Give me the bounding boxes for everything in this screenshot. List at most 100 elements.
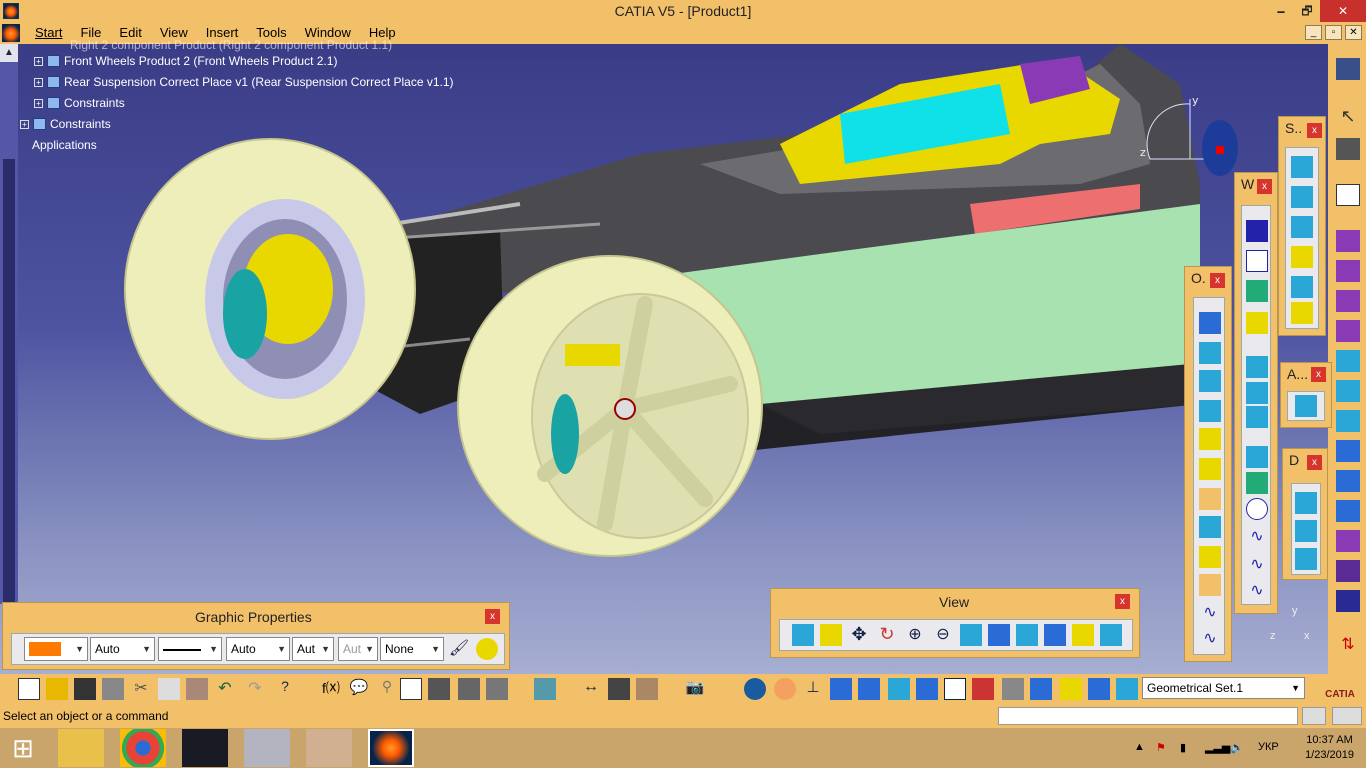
hide-show-icon[interactable] bbox=[1072, 624, 1094, 646]
tree-node-applications[interactable]: Applications bbox=[32, 138, 97, 152]
close-button[interactable]: ✕ bbox=[1320, 0, 1366, 22]
invert-orientation-icon[interactable]: ∿ bbox=[1199, 628, 1221, 650]
3d-viewport[interactable]: y z bbox=[0, 44, 1328, 674]
pocket-icon[interactable] bbox=[1336, 260, 1360, 282]
minimize-button[interactable]: 🗕 bbox=[1268, 0, 1294, 22]
scaling-icon[interactable] bbox=[1199, 574, 1221, 596]
geometrical-set-icon[interactable] bbox=[1116, 678, 1138, 700]
toolbar-w-close-button[interactable]: x bbox=[1257, 179, 1272, 194]
open-folder-icon[interactable] bbox=[46, 678, 68, 700]
doc-minimize-button[interactable]: _ bbox=[1305, 25, 1322, 40]
planar-icon[interactable] bbox=[944, 678, 966, 700]
expand-plus-icon[interactable]: + bbox=[34, 77, 43, 87]
hand-select-icon[interactable] bbox=[774, 678, 796, 700]
show-hidden-icons[interactable]: ▲ bbox=[1134, 741, 1145, 753]
shaft-icon[interactable] bbox=[1336, 290, 1360, 312]
stiffener-icon[interactable] bbox=[1336, 440, 1360, 462]
doc-close-button[interactable]: ✕ bbox=[1345, 25, 1362, 40]
chrome-icon[interactable] bbox=[120, 729, 166, 767]
snipping-tool-icon[interactable] bbox=[244, 729, 290, 767]
line-thickness-select[interactable]: Aut ▼ bbox=[292, 637, 334, 661]
tray-volume-icon[interactable]: 🔈 bbox=[1230, 741, 1244, 754]
extrude-surface-icon[interactable] bbox=[1291, 156, 1313, 178]
geometrical-set-select[interactable]: Geometrical Set.1 ▼ bbox=[1142, 677, 1305, 699]
layer-select[interactable]: None ▼ bbox=[380, 637, 444, 661]
grid-icon[interactable] bbox=[858, 678, 880, 700]
formula-icon[interactable]: f⒳ bbox=[320, 678, 342, 700]
tree-node-rear-suspension[interactable]: + Rear Suspension Correct Place v1 (Rear… bbox=[34, 75, 454, 89]
rotate-view-icon[interactable]: ↻ bbox=[876, 624, 898, 646]
normal-view-icon[interactable] bbox=[960, 624, 982, 646]
circle-curve-icon[interactable] bbox=[1246, 498, 1268, 520]
properties-wand-icon[interactable] bbox=[476, 638, 498, 660]
revolve-surface-icon[interactable] bbox=[1291, 186, 1313, 208]
pan-icon[interactable]: ✥ bbox=[848, 624, 870, 646]
cut-icon[interactable]: ✂ bbox=[130, 678, 152, 700]
expand-plus-icon[interactable]: + bbox=[20, 119, 29, 129]
projection-icon[interactable] bbox=[1246, 356, 1268, 378]
sketch-icon[interactable] bbox=[1336, 184, 1360, 206]
line-type-select[interactable]: ▼ bbox=[158, 637, 222, 661]
transparency-select[interactable]: Auto ▼ bbox=[90, 637, 155, 661]
shading-icon[interactable] bbox=[1044, 624, 1066, 646]
list-icon[interactable] bbox=[1088, 678, 1110, 700]
command-input[interactable] bbox=[998, 707, 1298, 725]
snap-to-point-icon[interactable] bbox=[916, 678, 938, 700]
hole-icon[interactable] bbox=[1336, 350, 1360, 372]
tray-language[interactable]: УКР bbox=[1258, 741, 1279, 753]
parallel-curve-icon[interactable] bbox=[1246, 406, 1268, 428]
redo-icon[interactable]: ↷ bbox=[244, 678, 266, 700]
remove-loft-icon[interactable] bbox=[1336, 500, 1360, 522]
table-icon[interactable] bbox=[400, 678, 422, 700]
tree-node-constraints[interactable]: + Constraints bbox=[20, 117, 111, 131]
symmetry-icon[interactable] bbox=[1199, 546, 1221, 568]
extract-icon[interactable] bbox=[1199, 428, 1221, 450]
capture-camera-icon[interactable]: 📷 bbox=[684, 678, 706, 700]
circle-icon[interactable] bbox=[1246, 446, 1268, 468]
print-icon[interactable] bbox=[102, 678, 124, 700]
corner-icon[interactable] bbox=[1246, 472, 1268, 494]
measure-icon[interactable]: ⇅ bbox=[1336, 634, 1360, 656]
zoom-in-icon[interactable]: ⊕ bbox=[904, 624, 926, 646]
zoom-out-icon[interactable]: ⊖ bbox=[932, 624, 954, 646]
painter-icon[interactable]: 🖌 bbox=[448, 638, 470, 660]
document-icon[interactable] bbox=[2, 24, 20, 42]
undo-icon[interactable]: ↶ bbox=[214, 678, 236, 700]
work-on-support-icon[interactable] bbox=[888, 678, 910, 700]
wrap-surface-icon[interactable] bbox=[1295, 548, 1317, 570]
fillet-icon[interactable] bbox=[1336, 530, 1360, 552]
constraint-icon[interactable] bbox=[972, 678, 994, 700]
point-repetition-icon[interactable] bbox=[1246, 280, 1268, 302]
rotate-icon[interactable] bbox=[1199, 516, 1221, 538]
loft-icon[interactable] bbox=[1336, 470, 1360, 492]
tree-node-partial[interactable]: Right 2 component Product (Right 2 compo… bbox=[70, 38, 392, 52]
toolbar-d-close-button[interactable]: x bbox=[1307, 455, 1322, 470]
surface-tools-icon[interactable] bbox=[1002, 678, 1024, 700]
tree-scrollbar[interactable]: ▲ bbox=[0, 44, 18, 644]
knowledge-icon[interactable] bbox=[458, 678, 480, 700]
expand-plus-icon[interactable]: + bbox=[34, 56, 43, 66]
catia-taskbar-icon[interactable] bbox=[368, 729, 414, 767]
line-weight-select[interactable]: Auto ▼ bbox=[226, 637, 290, 661]
axis-system-icon[interactable]: ⊥ bbox=[802, 678, 824, 700]
helix-icon[interactable]: ∿ bbox=[1246, 554, 1268, 576]
swap-visible-space-icon[interactable] bbox=[1100, 624, 1122, 646]
slot-icon[interactable] bbox=[1336, 410, 1360, 432]
windows-start-icon[interactable]: ⊞ bbox=[0, 729, 46, 767]
new-document-icon[interactable] bbox=[18, 678, 40, 700]
taskbar-clock[interactable]: 10:37 AM 1/23/2019 bbox=[1305, 733, 1354, 763]
command-button-1[interactable] bbox=[1302, 707, 1326, 725]
draft-icon[interactable] bbox=[1336, 590, 1360, 612]
scroll-track[interactable] bbox=[3, 159, 15, 644]
toolbar-view-close-button[interactable]: x bbox=[1115, 594, 1130, 609]
tree-node-front-wheels[interactable]: + Front Wheels Product 2 (Front Wheels P… bbox=[34, 54, 337, 68]
pad-icon[interactable] bbox=[1336, 230, 1360, 252]
measure-inertia-icon[interactable] bbox=[636, 678, 658, 700]
join-icon[interactable] bbox=[1199, 312, 1221, 334]
file-explorer-icon[interactable] bbox=[58, 729, 104, 767]
catalog-icon[interactable] bbox=[428, 678, 450, 700]
split-icon[interactable] bbox=[1199, 370, 1221, 392]
fill-color-select[interactable]: ▼ bbox=[24, 637, 88, 661]
toolbar-a-close-button[interactable]: x bbox=[1311, 367, 1326, 382]
toolbar-o-close-button[interactable]: x bbox=[1210, 273, 1225, 288]
